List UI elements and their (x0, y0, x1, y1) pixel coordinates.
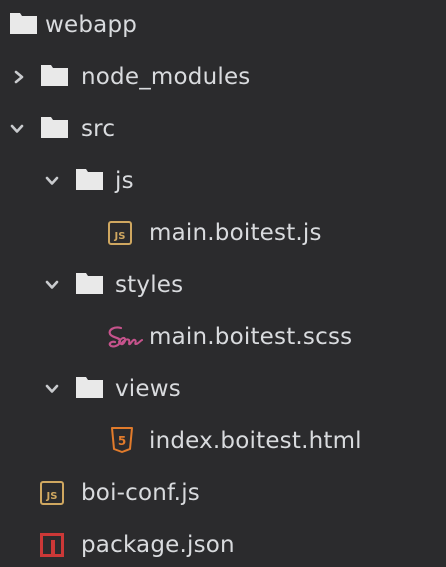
chevron-down-icon[interactable] (45, 170, 59, 192)
tree-item-index-boitest-html[interactable]: 5 index.boitest.html (0, 416, 446, 468)
chevron-right-icon[interactable] (12, 66, 26, 88)
folder-icon (10, 13, 37, 34)
chevron-down-icon[interactable] (45, 274, 59, 296)
js-badge-text: JS (46, 491, 58, 502)
tree-item-views[interactable]: views (0, 364, 446, 416)
tree-item-label: main.boitest.scss (149, 324, 353, 350)
folder-icon (41, 65, 68, 86)
tree-item-label: package.json (81, 532, 235, 558)
tree-item-js[interactable]: js (0, 156, 446, 208)
folder-icon (76, 169, 103, 190)
html5-file-icon: 5 (111, 427, 133, 453)
tree-item-package-json[interactable]: package.json (0, 520, 446, 567)
tree-item-label: webapp (45, 12, 138, 38)
folder-icon (76, 273, 103, 294)
tree-item-src[interactable]: src (0, 104, 446, 156)
tree-item-boi-conf-js[interactable]: JS boi-conf.js (0, 468, 446, 520)
javascript-file-icon: JS (108, 221, 132, 245)
tree-item-label: styles (115, 272, 184, 298)
tree-item-label: js (115, 168, 134, 194)
tree-item-main-boitest-scss[interactable]: main.boitest.scss (0, 312, 446, 364)
chevron-down-icon[interactable] (45, 378, 59, 400)
js-badge-text: JS (114, 231, 126, 242)
chevron-down-icon[interactable] (10, 118, 24, 140)
folder-icon (41, 117, 68, 138)
tree-item-styles[interactable]: styles (0, 260, 446, 312)
tree-item-node-modules[interactable]: node_modules (0, 52, 446, 104)
tree-item-main-boitest-js[interactable]: JS main.boitest.js (0, 208, 446, 260)
tree-item-label: views (115, 376, 181, 402)
javascript-file-icon: JS (40, 481, 64, 505)
tree-item-label: main.boitest.js (149, 220, 322, 246)
sass-file-icon (104, 324, 144, 352)
tree-item-label: index.boitest.html (149, 428, 362, 454)
npm-file-icon (40, 533, 64, 557)
tree-item-label: node_modules (81, 64, 251, 90)
file-tree-panel: webapp node_modules src js JS main.boite… (0, 0, 446, 567)
tree-item-label: src (81, 116, 116, 142)
folder-icon (76, 377, 103, 398)
html5-badge-text: 5 (118, 434, 126, 448)
tree-item-label: boi-conf.js (81, 480, 200, 506)
tree-root-webapp[interactable]: webapp (0, 0, 446, 52)
